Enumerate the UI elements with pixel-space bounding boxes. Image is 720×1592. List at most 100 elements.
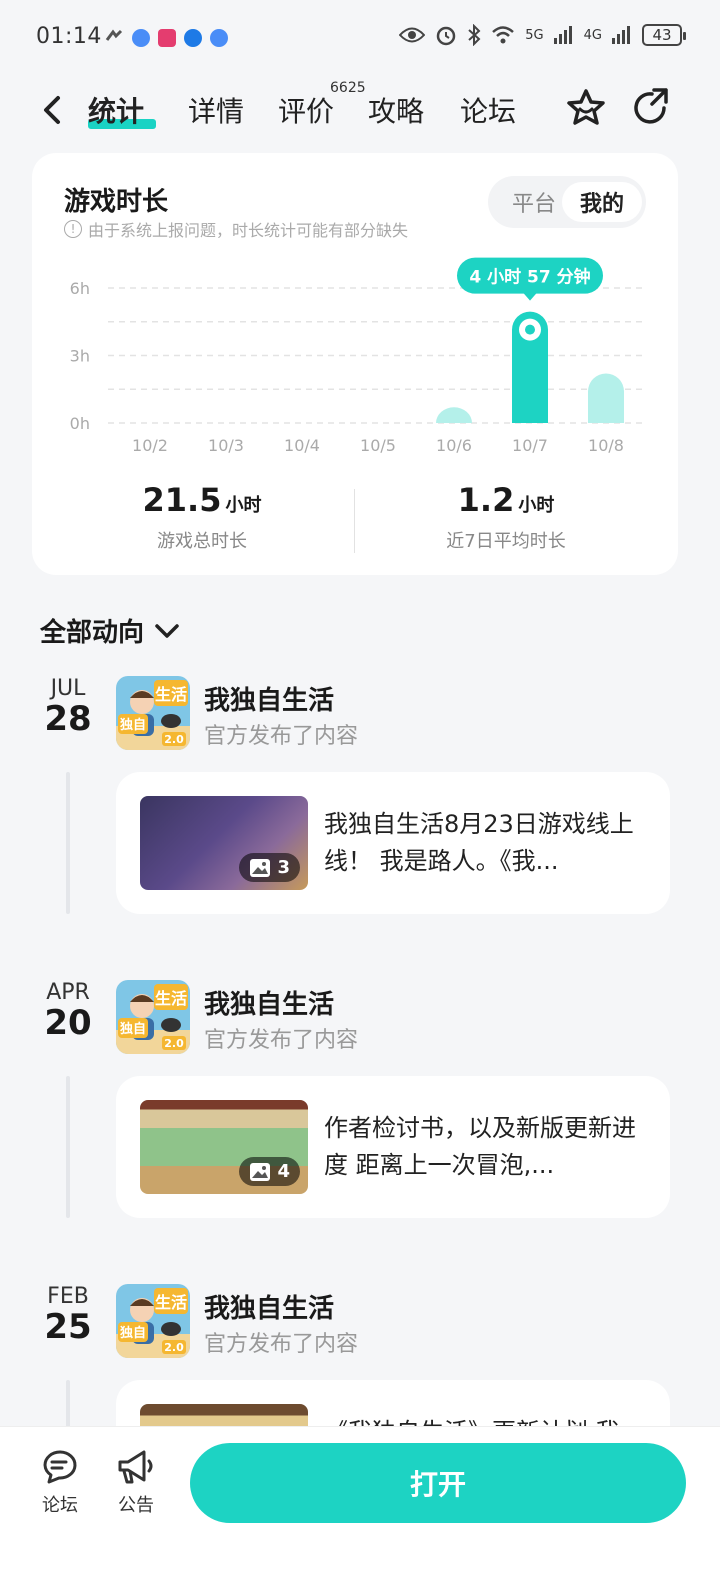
- game-logo-text: 独自: [120, 1021, 146, 1037]
- post-date: FEB 25: [40, 1284, 96, 1346]
- megaphone-icon: [118, 1450, 153, 1484]
- signal-icon: [612, 26, 630, 44]
- play-time-card: 游戏时长 ! 由于系统上报问题，时长统计可能有部分缺失 平台 我的 0h 3h 6h…: [32, 153, 678, 575]
- app-notification-icon: [158, 29, 176, 47]
- post-text: 我独自生活8月23日游戏线上线！ 我是路人。《我...: [324, 810, 634, 875]
- post-day: 25: [44, 1307, 92, 1347]
- game-name[interactable]: 我独自生活: [204, 1288, 334, 1325]
- average-label: 近7日平均时长: [446, 531, 566, 552]
- notice-button[interactable]: 公告: [106, 1447, 166, 1517]
- bluetooth-icon: [468, 24, 481, 46]
- x-tick-label: 10/5: [360, 436, 396, 455]
- tab-details[interactable]: 详情: [188, 90, 244, 130]
- share-icon[interactable]: [628, 86, 672, 130]
- game-name[interactable]: 我独自生活: [204, 680, 334, 717]
- x-tick-label: 10/3: [208, 436, 244, 455]
- game-logo-version: 2.0: [164, 1037, 184, 1050]
- signal-4g-label: 4G: [583, 27, 602, 43]
- bottom-action-bar: 论坛 公告 打开: [0, 1426, 720, 1592]
- open-game-button[interactable]: 打开: [190, 1443, 686, 1523]
- image-icon: [250, 858, 271, 877]
- post-subtitle: 官方发布了内容: [204, 724, 359, 749]
- favorite-star-icon[interactable]: [564, 86, 608, 130]
- wifi-icon: [492, 26, 515, 44]
- post-subtitle: 官方发布了内容: [204, 1332, 359, 1357]
- post-month: JUL: [50, 676, 86, 701]
- game-logo[interactable]: 生活 独自 2.0: [116, 1284, 190, 1358]
- image-count-badge: 3: [239, 853, 300, 882]
- total-label: 游戏总时长: [157, 531, 247, 552]
- status-time: 01:14: [36, 24, 102, 49]
- x-tick-label: 10/4: [284, 436, 320, 455]
- y-tick-label: 0h: [70, 414, 90, 433]
- post-subtitle: 官方发布了内容: [204, 1028, 359, 1053]
- post-month: FEB: [47, 1284, 89, 1309]
- tab-guides[interactable]: 攻略: [368, 90, 424, 130]
- chart-bar[interactable]: [588, 373, 624, 424]
- y-tick-label: 6h: [70, 279, 90, 298]
- post-day: 28: [44, 699, 92, 739]
- game-logo-text: 独自: [120, 717, 146, 733]
- timeline-line: [66, 772, 70, 914]
- game-name[interactable]: 我独自生活: [204, 984, 334, 1021]
- forum-button[interactable]: 论坛: [30, 1447, 90, 1517]
- x-tick-label: 10/6: [436, 436, 472, 455]
- post-card[interactable]: 3 我独自生活8月23日游戏线上线！ 我是路人。《我...: [116, 772, 670, 914]
- chart-tooltip-text: 4 小时 57 分钟: [469, 267, 590, 288]
- game-logo-text: 生活: [155, 1293, 187, 1312]
- notice-label: 公告: [118, 1495, 154, 1516]
- status-right: 5G 4G 43: [399, 24, 686, 46]
- x-tick-label: 10/7: [512, 436, 548, 455]
- notification-icon: [105, 29, 123, 41]
- chart-tooltip-pointer: [523, 292, 537, 301]
- app-notification-icon: [184, 29, 202, 47]
- total-play-time: 21.5 小时 游戏总时长: [42, 481, 362, 553]
- game-logo-text: 独自: [120, 1325, 146, 1341]
- post-day: 20: [44, 1003, 92, 1043]
- post-text: 作者检讨书，以及新版更新进度 距离上一次冒泡,...: [324, 1114, 636, 1179]
- app-notification-icon: [132, 29, 150, 47]
- status-app-icons: [104, 28, 228, 48]
- eye-icon: [399, 27, 426, 43]
- forum-label: 论坛: [42, 1495, 78, 1516]
- post-month: APR: [46, 980, 90, 1005]
- review-count-badge: 6625: [330, 80, 366, 96]
- play-time-bar-chart: 0h 3h 6h 10/2 10/3 10/4 10/5 10/6 4 小时 57 分钟 10/7…: [70, 257, 646, 455]
- battery-icon: 43: [642, 24, 686, 46]
- game-logo-text: 生活: [155, 685, 187, 704]
- image-count: 4: [277, 1161, 290, 1182]
- chart-selected-marker-dot: [525, 324, 535, 335]
- tab-statistics[interactable]: 统计: [88, 90, 144, 130]
- back-arrow-icon[interactable]: [36, 90, 66, 130]
- post-card[interactable]: 4 作者检讨书，以及新版更新进度 距离上一次冒泡,...: [116, 1076, 670, 1218]
- average-value: 1.2: [457, 481, 515, 519]
- game-logo[interactable]: 生活 独自 2.0: [116, 676, 190, 750]
- tab-reviews[interactable]: 评价: [278, 90, 334, 130]
- image-count-badge: 4: [239, 1157, 300, 1186]
- feed-filter-dropdown[interactable]: 全部动向: [40, 612, 180, 649]
- alarm-icon: [437, 26, 456, 46]
- average-play-time: 1.2 小时 近7日平均时长: [346, 481, 666, 553]
- tab-forum[interactable]: 论坛: [460, 90, 516, 130]
- forum-chat-icon: [43, 1450, 77, 1484]
- game-logo-text: 生活: [155, 989, 187, 1008]
- post-thumbnail: 4: [140, 1100, 308, 1194]
- post-thumbnail: 3: [140, 796, 308, 890]
- average-unit: 小时: [518, 495, 555, 516]
- timeline-line: [66, 1076, 70, 1218]
- battery-level: 43: [652, 26, 672, 44]
- total-value: 21.5: [142, 481, 222, 519]
- top-navigation: 统计 详情 评价 6625 攻略 论坛: [0, 80, 720, 140]
- image-icon: [250, 1162, 271, 1181]
- feed-filter-label: 全部动向: [40, 618, 145, 648]
- post-date: APR 20: [40, 980, 96, 1042]
- post-date: JUL 28: [40, 676, 96, 738]
- total-unit: 小时: [225, 495, 262, 516]
- chart-bar[interactable]: [436, 407, 472, 423]
- image-count: 3: [277, 857, 290, 878]
- x-tick-label: 10/8: [588, 436, 624, 455]
- game-logo[interactable]: 生活 独自 2.0: [116, 980, 190, 1054]
- app-notification-icon: [210, 29, 228, 47]
- game-logo-version: 2.0: [164, 733, 184, 746]
- status-bar: 01:14 5G 4G 43: [0, 0, 720, 80]
